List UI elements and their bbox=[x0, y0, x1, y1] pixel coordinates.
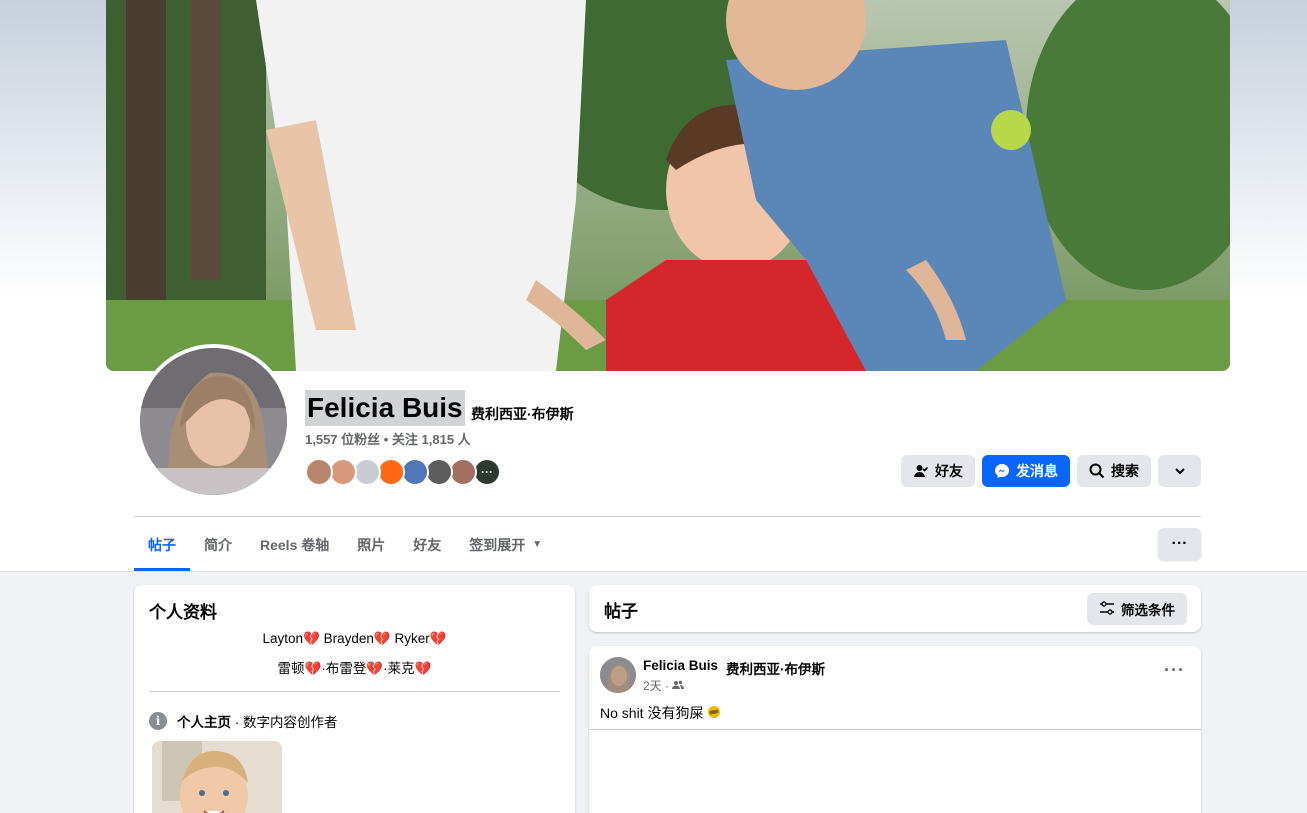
profile-stats[interactable]: 1,557 位粉丝 • 关注 1,815 人 bbox=[305, 432, 471, 448]
broken-heart-icon: 💔 bbox=[303, 631, 320, 646]
profile-page: Felicia Buis 费利西亚·布伊斯 1,557 位粉丝 • 关注 1,8… bbox=[0, 0, 1307, 813]
message-button[interactable]: 发消息 bbox=[982, 455, 1070, 487]
header-divider bbox=[134, 516, 1201, 517]
friend-avatar[interactable] bbox=[305, 458, 333, 486]
tab-friends[interactable]: 好友 bbox=[399, 518, 455, 571]
post-timestamp[interactable]: 2天 · bbox=[643, 677, 669, 694]
bio-line-2: 雷顿💔·布雷登💔·莱克💔 bbox=[134, 657, 575, 677]
ellipsis-icon: ··· bbox=[1171, 535, 1188, 552]
profile-alt-name: 费利西亚·布伊斯 bbox=[471, 406, 574, 422]
tab-about[interactable]: 简介 bbox=[190, 518, 246, 571]
profile-avatar[interactable] bbox=[136, 344, 291, 499]
message-label: 发消息 bbox=[1016, 463, 1058, 479]
tab-label: Reels 卷轴 bbox=[260, 536, 330, 553]
bio-name: Layton bbox=[262, 631, 303, 646]
caret-down-icon: ▼ bbox=[532, 539, 543, 550]
featured-photo[interactable] bbox=[152, 741, 282, 813]
bio-name: Ryker bbox=[394, 631, 430, 646]
post-author-alt-name: 费利西亚·布伊斯 bbox=[726, 662, 826, 677]
tab-overflow-button[interactable]: ··· bbox=[1158, 528, 1201, 560]
filter-label: 筛选条件 bbox=[1121, 603, 1175, 618]
more-actions-button[interactable] bbox=[1158, 455, 1201, 487]
post-author-name[interactable]: Felicia Buis bbox=[643, 658, 718, 678]
info-row-category: i 个人主页 · 数字内容创作者 bbox=[149, 711, 338, 731]
profile-name: Felicia Buis bbox=[305, 390, 465, 426]
emoji-icon bbox=[707, 705, 721, 722]
post-meta: 2天 · bbox=[643, 677, 685, 694]
posts-header-card: 帖子 筛选条件 bbox=[589, 585, 1201, 632]
search-icon bbox=[1089, 463, 1105, 479]
friends-label: 好友 bbox=[935, 463, 963, 479]
broken-heart-icon: 💔 bbox=[304, 661, 322, 676]
tab-label: 帖子 bbox=[148, 536, 176, 553]
bio-name: ·布雷登 bbox=[321, 661, 367, 676]
messenger-icon bbox=[994, 463, 1010, 479]
profile-actions: 好友 发消息 搜索 bbox=[901, 455, 1201, 487]
broken-heart-icon: 💔 bbox=[366, 661, 384, 676]
tab-photos[interactable]: 照片 bbox=[343, 518, 399, 571]
intro-title: 个人资料 bbox=[149, 603, 217, 622]
more-label: ··· bbox=[481, 465, 493, 479]
mutual-friend-avatars: ··· bbox=[305, 458, 501, 486]
friend-check-icon bbox=[913, 463, 929, 479]
tab-label: 简介 bbox=[204, 536, 232, 553]
broken-heart-icon: 💔 bbox=[429, 631, 447, 646]
intro-divider bbox=[149, 691, 560, 692]
friend-avatar[interactable] bbox=[329, 458, 357, 486]
tab-label: 照片 bbox=[357, 536, 386, 553]
bio-name: 雷顿 bbox=[277, 661, 305, 676]
info-icon: i bbox=[149, 712, 167, 730]
tab-more[interactable]: 签到展开 ▼ bbox=[455, 518, 556, 571]
search-button[interactable]: 搜索 bbox=[1077, 455, 1151, 487]
tab-label: 好友 bbox=[413, 536, 442, 553]
bio-name: Brayden bbox=[323, 631, 374, 646]
profile-tabs: 帖子 简介 Reels 卷轴 照片 好友 签到展开 ▼ bbox=[134, 518, 556, 571]
friend-avatar[interactable] bbox=[353, 458, 381, 486]
friend-avatar[interactable] bbox=[449, 458, 477, 486]
tab-reels[interactable]: Reels 卷轴 bbox=[246, 518, 343, 571]
chevron-down-icon bbox=[1172, 463, 1188, 479]
post-text: No shit 没有狗屎 bbox=[600, 703, 721, 723]
post-author-avatar[interactable] bbox=[600, 657, 636, 693]
intro-card: 个人资料 Layton💔 Brayden💔 Ryker💔 雷顿💔·布雷登💔·莱克… bbox=[134, 585, 575, 813]
info-label: 个人主页 bbox=[177, 715, 231, 730]
posts-title: 帖子 bbox=[604, 602, 638, 621]
post-options-button[interactable]: ··· bbox=[1164, 660, 1185, 681]
broken-heart-icon: 💔 bbox=[373, 631, 391, 646]
friends-audience-icon bbox=[672, 679, 685, 693]
post-divider bbox=[589, 729, 1201, 730]
search-label: 搜索 bbox=[1111, 463, 1139, 479]
post-text-content: No shit 没有狗屎 bbox=[600, 705, 704, 721]
post-author[interactable]: Felicia Buis 费利西亚·布伊斯 bbox=[643, 658, 825, 678]
filter-button[interactable]: 筛选条件 bbox=[1087, 593, 1187, 625]
post-card: Felicia Buis 费利西亚·布伊斯 2天 · ··· No shit 没… bbox=[589, 646, 1201, 813]
info-value: · 数字内容创作者 bbox=[231, 715, 338, 730]
friend-avatar[interactable] bbox=[401, 458, 429, 486]
friend-avatars-more[interactable]: ··· bbox=[473, 458, 501, 486]
tab-label: 签到展开 bbox=[469, 536, 526, 553]
bio-name: ·莱克 bbox=[383, 661, 415, 676]
friend-avatar[interactable] bbox=[425, 458, 453, 486]
broken-heart-icon: 💔 bbox=[414, 661, 432, 676]
tab-posts[interactable]: 帖子 bbox=[134, 518, 190, 571]
friend-avatar[interactable] bbox=[377, 458, 405, 486]
bio-line-1: Layton💔 Brayden💔 Ryker💔 bbox=[134, 631, 575, 647]
friends-button[interactable]: 好友 bbox=[901, 455, 975, 487]
cover-photo[interactable] bbox=[106, 0, 1230, 371]
filter-sliders-icon bbox=[1099, 600, 1115, 618]
